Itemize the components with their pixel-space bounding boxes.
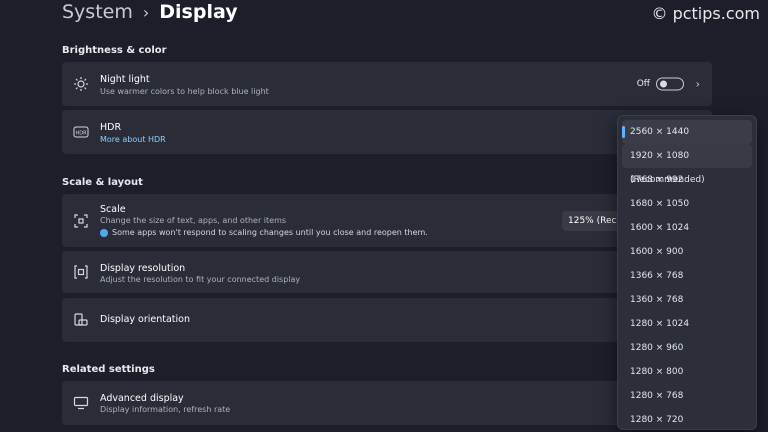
resolution-option[interactable]: 2560 × 1440: [622, 120, 752, 144]
breadcrumb-system-link[interactable]: System: [62, 1, 133, 23]
breadcrumb: System › Display: [62, 0, 238, 24]
scale-note-text: Some apps won't respond to scaling chang…: [112, 228, 428, 237]
sun-icon: [72, 75, 90, 93]
page-title: Display: [159, 1, 238, 23]
resolution-option[interactable]: 1280 × 960: [622, 336, 752, 360]
scale-note: Some apps won't respond to scaling chang…: [100, 228, 428, 237]
resolution-option[interactable]: 1920 × 1080 (Recommended): [622, 144, 752, 185]
display-orientation-card: Display orientation: [62, 298, 712, 342]
hdr-icon: HDR: [72, 123, 90, 141]
resolution-icon: [72, 263, 90, 281]
hdr-title: HDR: [100, 122, 122, 133]
display-resolution-card: Display resolution Adjust the resolution…: [62, 251, 712, 293]
monitor-icon: [72, 394, 90, 412]
toggle-knob: [660, 80, 667, 88]
night-light-card[interactable]: Night light Use warmer colors to help bl…: [62, 62, 712, 106]
night-light-subtitle: Use warmer colors to help block blue lig…: [100, 87, 269, 96]
resolution-option[interactable]: 1280 × 720: [622, 408, 752, 432]
display-orientation-title: Display orientation: [100, 314, 191, 325]
watermark: © pctips.com: [651, 4, 760, 23]
scale-card: Scale Change the size of text, apps, and…: [62, 194, 712, 247]
resolution-option[interactable]: 1600 × 1024: [622, 216, 752, 240]
section-title-related: Related settings: [62, 364, 155, 375]
night-light-toggle-label: Off: [636, 79, 650, 89]
more-about-hdr-link[interactable]: More about HDR: [100, 135, 166, 144]
section-title-brightness: Brightness & color: [62, 45, 167, 56]
display-resolution-subtitle: Adjust the resolution to fit your connec…: [100, 275, 301, 284]
resolution-option[interactable]: 1768 × 992: [622, 168, 752, 192]
advanced-display-title: Advanced display: [100, 393, 184, 404]
info-icon: [100, 228, 108, 237]
advanced-display-subtitle: Display information, refresh rate: [100, 405, 231, 414]
resolution-option[interactable]: 1366 × 768: [622, 264, 752, 288]
scale-title: Scale: [100, 204, 126, 215]
night-light-toggle[interactable]: [656, 77, 684, 91]
display-resolution-title: Display resolution: [100, 263, 186, 274]
section-title-scale: Scale & layout: [62, 177, 143, 188]
hdr-card[interactable]: HDR HDR More about HDR: [62, 110, 712, 154]
scale-subtitle: Change the size of text, apps, and other…: [100, 216, 287, 225]
orientation-icon: [72, 311, 90, 329]
resolution-option[interactable]: 1280 × 1024: [622, 312, 752, 336]
resolution-option[interactable]: 1360 × 768: [622, 288, 752, 312]
advanced-display-card[interactable]: Advanced display Display information, re…: [62, 381, 712, 425]
breadcrumb-separator: ›: [142, 2, 150, 22]
scale-icon: [72, 212, 90, 230]
night-light-title: Night light: [100, 74, 150, 85]
chevron-right-icon[interactable]: ›: [696, 78, 700, 91]
resolution-option[interactable]: 1280 × 800: [622, 360, 752, 384]
resolution-option[interactable]: 1280 × 768: [622, 384, 752, 408]
resolution-dropdown-list[interactable]: 2560 × 1440 1920 × 1080 (Recommended) 17…: [617, 115, 757, 430]
svg-text:HDR: HDR: [75, 130, 87, 136]
resolution-option[interactable]: 1680 × 1050: [622, 192, 752, 216]
resolution-option[interactable]: 1600 × 900: [622, 240, 752, 264]
